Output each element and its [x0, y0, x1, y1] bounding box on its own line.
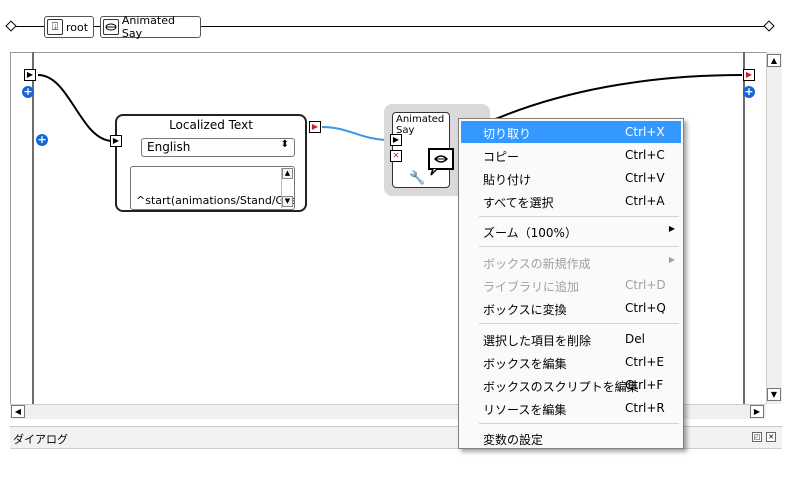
updown-arrow-icon: ⬍ [280, 139, 289, 150]
vertical-scrollbar[interactable]: ▲ ▼ [766, 52, 782, 404]
menu-item-copy[interactable]: コピー Ctrl+C [461, 144, 681, 166]
language-select-value: English [147, 140, 191, 154]
menu-label: ボックスに変換 [483, 303, 567, 317]
menu-item-edit-box[interactable]: ボックスを編集 Ctrl+E [461, 351, 681, 373]
menu-item-new-box: ボックスの新規作成 ▶ [461, 251, 681, 273]
scroll-up-icon[interactable]: ▲ [282, 168, 293, 179]
localized-text-output-port[interactable]: ▶ [309, 121, 321, 133]
input-onstart-port[interactable]: ▶ [24, 69, 36, 81]
menu-item-delete-selected[interactable]: 選択した項目を削除 Del [461, 328, 681, 350]
menu-label: 貼り付け [483, 173, 532, 187]
menu-shortcut: Del [625, 332, 645, 346]
menu-label: 選択した項目を削除 [483, 334, 592, 348]
menu-label: 変数の設定 [483, 433, 544, 447]
add-output-plus-icon[interactable]: + [743, 86, 755, 98]
menu-shortcut: Ctrl+X [625, 125, 665, 139]
dialog-title: ダイアログ [13, 433, 68, 446]
menu-item-select-all[interactable]: すべてを選択 Ctrl+A [461, 190, 681, 212]
menu-shortcut: Ctrl+C [625, 148, 665, 162]
menu-separator [479, 216, 679, 217]
animated-say-title: Animated Say [396, 114, 445, 136]
submenu-arrow-icon: ▶ [668, 224, 675, 233]
close-icon[interactable]: ✕ [766, 432, 776, 442]
menu-shortcut: Ctrl+V [625, 171, 665, 185]
menu-shortcut: Ctrl+F [625, 378, 664, 392]
scroll-up-icon[interactable]: ▲ [767, 54, 781, 67]
scroll-down-icon[interactable]: ▼ [282, 196, 293, 207]
menu-item-zoom[interactable]: ズーム（100%） ▶ [461, 220, 681, 242]
menu-label: ボックスを編集 [483, 357, 567, 371]
menu-item-paste[interactable]: 貼り付け Ctrl+V [461, 167, 681, 189]
menu-label: リソースを編集 [483, 403, 567, 417]
menu-shortcut: Ctrl+R [625, 401, 665, 415]
scroll-right-icon[interactable]: ▶ [750, 405, 764, 418]
menu-item-edit-box-script[interactable]: ボックスのスクリプトを編集 Ctrl+F [461, 374, 681, 396]
animated-say-input-port[interactable]: ▶ [390, 134, 402, 146]
menu-label: ボックスのスクリプトを編集 [483, 380, 639, 394]
submenu-arrow-icon: ▶ [668, 255, 675, 264]
menu-label: ボックスの新規作成 [483, 257, 591, 271]
localized-text-box[interactable]: Localized Text English ⬍ ^start(animatio… [115, 114, 307, 212]
language-select[interactable]: English ⬍ [141, 138, 295, 157]
menu-item-convert-to-box[interactable]: ボックスに変換 Ctrl+Q [461, 297, 681, 319]
add-input-plus-icon[interactable]: + [22, 86, 34, 98]
menu-item-edit-resources[interactable]: リソースを編集 Ctrl+R [461, 397, 681, 419]
localized-text-title: Localized Text [169, 118, 253, 132]
menu-label: ライブラリに追加 [483, 280, 580, 294]
speech-lips-icon [428, 148, 454, 176]
animated-say-stop-port[interactable]: ✕ [390, 150, 402, 162]
context-menu: 切り取り Ctrl+X コピー Ctrl+C 貼り付け Ctrl+V すべてを選… [458, 118, 684, 449]
scroll-down-icon[interactable]: ▼ [767, 388, 781, 401]
float-window-icon[interactable]: ◰ [752, 432, 762, 442]
localized-text-area[interactable]: ^start(animations/Stand/Gestures/Hey_1) … [130, 166, 295, 210]
menu-item-add-to-library: ライブラリに追加 Ctrl+D [461, 274, 681, 296]
output-onstopped-port[interactable]: ▶ [743, 69, 755, 81]
menu-shortcut: Ctrl+D [625, 278, 666, 292]
add-parameter-plus-icon[interactable]: + [36, 134, 48, 146]
localized-text-input-port[interactable]: ▶ [110, 135, 122, 147]
menu-label: コピー [483, 150, 520, 164]
menu-label: すべてを選択 [483, 196, 554, 210]
menu-label: ズーム（100%） [483, 226, 577, 240]
menu-separator [479, 423, 679, 424]
menu-separator [479, 323, 679, 324]
menu-label: 切り取り [483, 127, 532, 141]
menu-shortcut: Ctrl+A [625, 194, 665, 208]
wrench-icon[interactable]: 🔧 [409, 171, 425, 186]
text-scrollbar[interactable]: ▲ ▼ [281, 168, 293, 208]
menu-shortcut: Ctrl+E [625, 355, 664, 369]
menu-shortcut: Ctrl+Q [625, 301, 666, 315]
scroll-left-icon[interactable]: ◀ [11, 405, 25, 418]
menu-item-variable-settings[interactable]: 変数の設定 [461, 427, 681, 449]
localized-text-value: ^start(animations/Stand/Gestures/Hey_1) … [136, 194, 294, 209]
menu-item-cut[interactable]: 切り取り Ctrl+X [461, 121, 681, 143]
menu-separator [479, 246, 679, 247]
